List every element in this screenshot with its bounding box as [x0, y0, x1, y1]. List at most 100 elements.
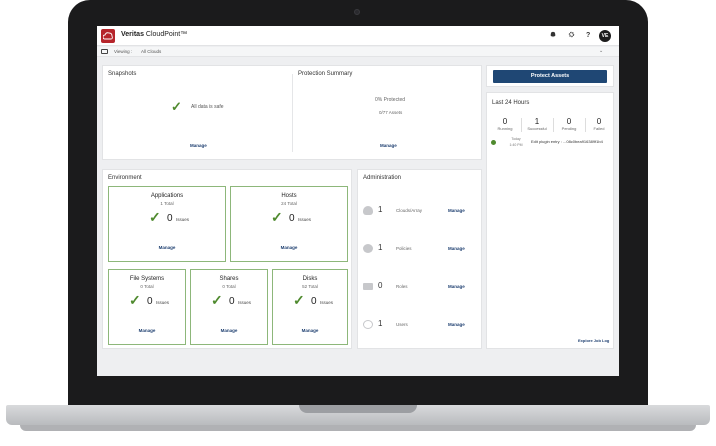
tile-issue-count: 0 [167, 213, 173, 224]
tile-disks[interactable]: Disks 52 Total ✓ 0 Issues Manage [272, 269, 348, 345]
tile-title: Hosts [281, 193, 297, 199]
viewing-select[interactable]: All Clouds [141, 49, 161, 55]
chevron-down-icon[interactable]: ⌄ [599, 48, 603, 54]
user-icon [363, 320, 373, 329]
job-description: Edit plugin entry : ...08c0bea916389f1b4 [531, 139, 603, 144]
stat-value: 0 [502, 117, 508, 126]
app-screen: Veritas CloudPoint™ ? VE Viewing : All C… [97, 26, 619, 376]
check-icon: ✓ [293, 292, 305, 308]
admin-manage-link[interactable]: Manage [448, 246, 465, 251]
tile-shares[interactable]: Shares 0 Total ✓ 0 Issues Manage [190, 269, 268, 345]
context-bar: Viewing : All Clouds ⌄ [97, 47, 619, 57]
admin-count: 1 [378, 319, 383, 328]
admin-row-clouds: 1 Clouds/Array Manage [358, 204, 483, 218]
admin-manage-link[interactable]: Manage [448, 208, 465, 213]
tile-total: 1 Total [160, 201, 174, 206]
snapshots-message: All data is safe [191, 104, 224, 110]
tile-issue-count: 0 [311, 296, 317, 307]
tile-title: File Systems [129, 276, 165, 282]
laptop-shadow [20, 425, 696, 431]
admin-label: Clouds/Array [396, 208, 423, 213]
admin-row-policies: 1 Policies Manage [358, 242, 483, 256]
divider [292, 74, 293, 152]
tile-title: Shares [219, 276, 239, 282]
admin-row-users: 1 Users Manage [358, 318, 483, 332]
admin-label: Roles [396, 284, 408, 289]
tile-hosts[interactable]: Hosts 24 Total ✓ 0 Issues Manage [230, 186, 348, 262]
stat-label: Failed [593, 126, 605, 131]
help-icon[interactable]: ? [586, 31, 590, 41]
stat-label: Running [497, 126, 513, 131]
stat-label: Successful [527, 126, 547, 131]
snapshots-manage-link[interactable]: Manage [190, 143, 207, 148]
roles-icon [363, 283, 373, 290]
tile-manage-link[interactable]: Manage [231, 245, 347, 250]
brand-tm: ™ [180, 31, 188, 38]
tile-issue-count: 0 [229, 296, 235, 307]
protection-manage-link[interactable]: Manage [380, 143, 397, 148]
divider [521, 118, 522, 132]
administration-title: Administration [363, 175, 402, 181]
brand-bold: Veritas [121, 31, 144, 38]
last-24-hours-title: Last 24 Hours [492, 100, 530, 106]
summary-card: Snapshots ✓ All data is safe Manage Prot… [102, 65, 482, 160]
laptop-mockup: Veritas CloudPoint™ ? VE Viewing : All C… [0, 0, 716, 446]
stat-label: Pending [561, 126, 577, 131]
tile-manage-link[interactable]: Manage [273, 328, 347, 333]
tile-total: 52 Total [302, 284, 318, 289]
admin-manage-link[interactable]: Manage [448, 322, 465, 327]
admin-label: Policies [396, 246, 412, 251]
admin-count: 1 [378, 243, 383, 252]
user-avatar[interactable]: VE [599, 30, 611, 42]
tile-total: 24 Total [281, 201, 297, 206]
job-entry[interactable]: Today 1:40 PM Edit plugin entry : ...08c… [491, 137, 611, 153]
monitor-icon [101, 49, 108, 54]
laptop-notch [299, 405, 417, 413]
admin-label: Users [396, 322, 408, 327]
admin-count: 0 [378, 281, 383, 290]
stat-pending: 0 Pending [555, 117, 583, 131]
tile-total: 0 Total [222, 284, 236, 289]
tile-issues-label: Issues [298, 217, 312, 222]
stat-failed: 0 Failed [587, 117, 611, 131]
tile-issue-count: 0 [147, 296, 153, 307]
explore-job-log-link[interactable]: Explore Job Log [578, 338, 609, 343]
admin-row-roles: 0 Roles Manage [358, 280, 483, 294]
tile-title: Disks [302, 276, 318, 282]
cloud-icon [363, 206, 373, 215]
check-icon: ✓ [271, 209, 283, 225]
check-icon: ✓ [171, 99, 182, 114]
stat-successful: 1 Successful [523, 117, 551, 131]
viewing-label: Viewing : [114, 49, 133, 54]
job-time: 1:40 PM [509, 143, 523, 147]
veritas-logo-icon[interactable] [101, 29, 115, 43]
tile-issue-count: 0 [289, 213, 295, 224]
divider [553, 118, 554, 132]
admin-manage-link[interactable]: Manage [448, 284, 465, 289]
policy-icon [363, 244, 373, 253]
check-icon: ✓ [149, 209, 161, 225]
tile-title: Applications [150, 193, 184, 199]
tile-manage-link[interactable]: Manage [191, 328, 267, 333]
top-bar: Veritas CloudPoint™ ? VE [97, 26, 619, 46]
protect-assets-card: Protect Assets [486, 65, 614, 87]
bell-icon[interactable] [550, 31, 556, 42]
stat-value: 0 [566, 117, 572, 126]
tile-manage-link[interactable]: Manage [109, 328, 185, 333]
last-24-hours-card: Last 24 Hours 0 Running 1 Successful 0 P… [486, 92, 614, 349]
protection-summary-title: Protection Summary [298, 71, 353, 77]
tile-issues-label: Issues [320, 300, 334, 305]
protected-assets: 0/77 Assets [379, 110, 403, 115]
tile-file-systems[interactable]: File Systems 0 Total ✓ 0 Issues Manage [108, 269, 186, 345]
environment-card: Environment Applications 1 Total ✓ 0 Iss… [102, 169, 352, 349]
tile-applications[interactable]: Applications 1 Total ✓ 0 Issues Manage [108, 186, 226, 262]
protect-assets-button[interactable]: Protect Assets [493, 70, 607, 83]
stat-running: 0 Running [491, 117, 519, 131]
divider [585, 118, 586, 132]
tile-total: 0 Total [140, 284, 154, 289]
check-icon: ✓ [211, 292, 223, 308]
tile-manage-link[interactable]: Manage [109, 245, 225, 250]
admin-count: 1 [378, 205, 383, 214]
gear-icon[interactable] [568, 31, 575, 42]
webcam [354, 9, 360, 15]
